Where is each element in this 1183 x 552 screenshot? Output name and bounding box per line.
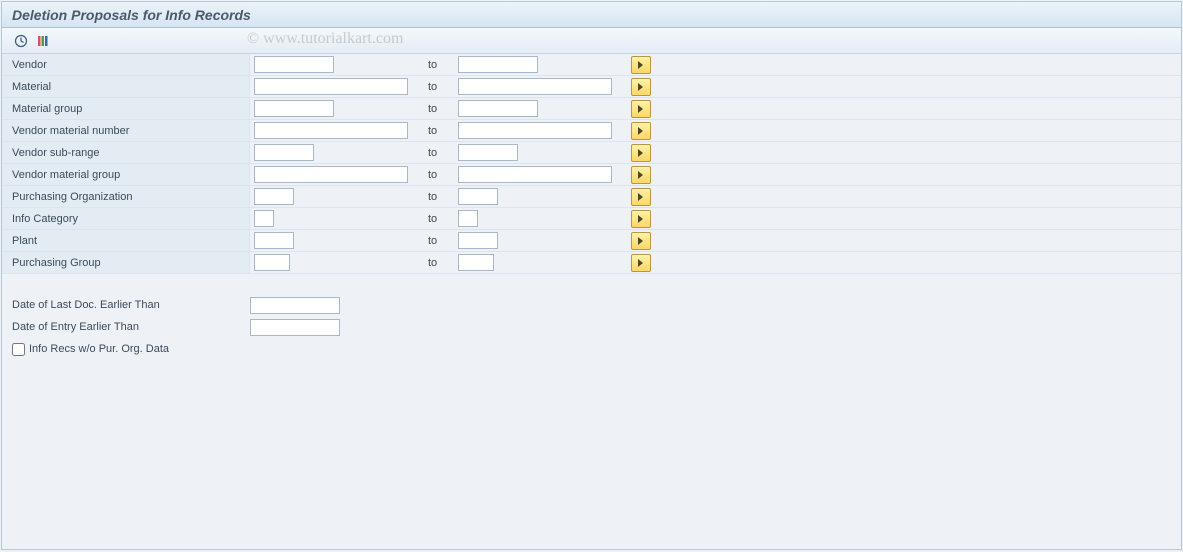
arrow-right-icon — [636, 104, 646, 114]
page-title: Deletion Proposals for Info Records — [12, 7, 251, 23]
material-group-from-input[interactable] — [254, 100, 334, 117]
vendor-material-group-from-input[interactable] — [254, 166, 408, 183]
selection-row-vendor-material-number: Vendor material number to — [2, 120, 1181, 142]
label-date-entry: Date of Entry Earlier Than — [2, 321, 250, 333]
label-purchasing-group: Purchasing Group — [2, 252, 250, 273]
execute-button[interactable] — [12, 32, 30, 50]
purchasing-organization-from-input[interactable] — [254, 188, 294, 205]
toolbar: © www.tutorialkart.com — [2, 28, 1181, 54]
to-label: to — [424, 147, 454, 159]
variant-button[interactable] — [34, 32, 52, 50]
vendor-from-input[interactable] — [254, 56, 334, 73]
arrow-right-icon — [636, 148, 646, 158]
vendor-sub-range-to-input[interactable] — [458, 144, 518, 161]
label-info-recs-wo: Info Recs w/o Pur. Org. Data — [29, 343, 169, 355]
material-to-input[interactable] — [458, 78, 612, 95]
vendor-material-group-to-input[interactable] — [458, 166, 612, 183]
label-material: Material — [2, 76, 250, 97]
arrow-right-icon — [636, 82, 646, 92]
vendor-material-number-to-input[interactable] — [458, 122, 612, 139]
arrow-right-icon — [636, 214, 646, 224]
to-label: to — [424, 257, 454, 269]
to-label: to — [424, 235, 454, 247]
variant-icon — [36, 34, 50, 48]
to-label: to — [424, 59, 454, 71]
plant-from-input[interactable] — [254, 232, 294, 249]
label-purchasing-organization: Purchasing Organization — [2, 186, 250, 207]
to-label: to — [424, 81, 454, 93]
label-vendor-sub-range: Vendor sub-range — [2, 142, 250, 163]
vendor-material-group-multiple-selection-button[interactable] — [631, 166, 651, 184]
purchasing-group-to-input[interactable] — [458, 254, 494, 271]
material-from-input[interactable] — [254, 78, 408, 95]
info-category-to-input[interactable] — [458, 210, 478, 227]
selection-row-purchasing-organization: Purchasing Organization to — [2, 186, 1181, 208]
to-label: to — [424, 213, 454, 225]
info-category-from-input[interactable] — [254, 210, 274, 227]
label-vendor-material-number: Vendor material number — [2, 120, 250, 141]
to-label: to — [424, 125, 454, 137]
extra-row-date-last-doc: Date of Last Doc. Earlier Than — [2, 294, 1181, 316]
extra-row-date-entry: Date of Entry Earlier Than — [2, 316, 1181, 338]
selection-area: VendortoMaterialtoMaterial grouptoVendor… — [2, 54, 1181, 274]
vendor-sub-range-multiple-selection-button[interactable] — [631, 144, 651, 162]
selection-row-material-group: Material group to — [2, 98, 1181, 120]
plant-to-input[interactable] — [458, 232, 498, 249]
arrow-right-icon — [636, 126, 646, 136]
purchasing-group-multiple-selection-button[interactable] — [631, 254, 651, 272]
vendor-multiple-selection-button[interactable] — [631, 56, 651, 74]
material-group-multiple-selection-button[interactable] — [631, 100, 651, 118]
title-bar: Deletion Proposals for Info Records — [2, 2, 1181, 28]
selection-row-material: Material to — [2, 76, 1181, 98]
to-label: to — [424, 191, 454, 203]
plant-multiple-selection-button[interactable] — [631, 232, 651, 250]
to-label: to — [424, 103, 454, 115]
label-plant: Plant — [2, 230, 250, 251]
checkbox-row-info-recs-wo: Info Recs w/o Pur. Org. Data — [2, 338, 1181, 360]
label-material-group: Material group — [2, 98, 250, 119]
arrow-right-icon — [636, 258, 646, 268]
arrow-right-icon — [636, 192, 646, 202]
arrow-right-icon — [636, 170, 646, 180]
label-vendor-material-group: Vendor material group — [2, 164, 250, 185]
arrow-right-icon — [636, 60, 646, 70]
vendor-sub-range-from-input[interactable] — [254, 144, 314, 161]
purchasing-organization-to-input[interactable] — [458, 188, 498, 205]
watermark: © www.tutorialkart.com — [247, 30, 403, 48]
info-category-multiple-selection-button[interactable] — [631, 210, 651, 228]
material-group-to-input[interactable] — [458, 100, 538, 117]
material-multiple-selection-button[interactable] — [631, 78, 651, 96]
selection-row-vendor-material-group: Vendor material group to — [2, 164, 1181, 186]
selection-row-purchasing-group: Purchasing Group to — [2, 252, 1181, 274]
vendor-material-number-multiple-selection-button[interactable] — [631, 122, 651, 140]
label-info-category: Info Category — [2, 208, 250, 229]
vendor-material-number-from-input[interactable] — [254, 122, 408, 139]
date-entry-input[interactable] — [250, 319, 340, 336]
purchasing-group-from-input[interactable] — [254, 254, 290, 271]
selection-row-info-category: Info Category to — [2, 208, 1181, 230]
selection-row-vendor-sub-range: Vendor sub-range to — [2, 142, 1181, 164]
date-last-doc-input[interactable] — [250, 297, 340, 314]
clock-icon — [14, 34, 28, 48]
selection-row-plant: Plant to — [2, 230, 1181, 252]
info-recs-wo-checkbox[interactable] — [12, 343, 25, 356]
arrow-right-icon — [636, 236, 646, 246]
to-label: to — [424, 169, 454, 181]
purchasing-organization-multiple-selection-button[interactable] — [631, 188, 651, 206]
vendor-to-input[interactable] — [458, 56, 538, 73]
label-date-last-doc: Date of Last Doc. Earlier Than — [2, 299, 250, 311]
label-vendor: Vendor — [2, 54, 250, 75]
selection-row-vendor: Vendor to — [2, 54, 1181, 76]
